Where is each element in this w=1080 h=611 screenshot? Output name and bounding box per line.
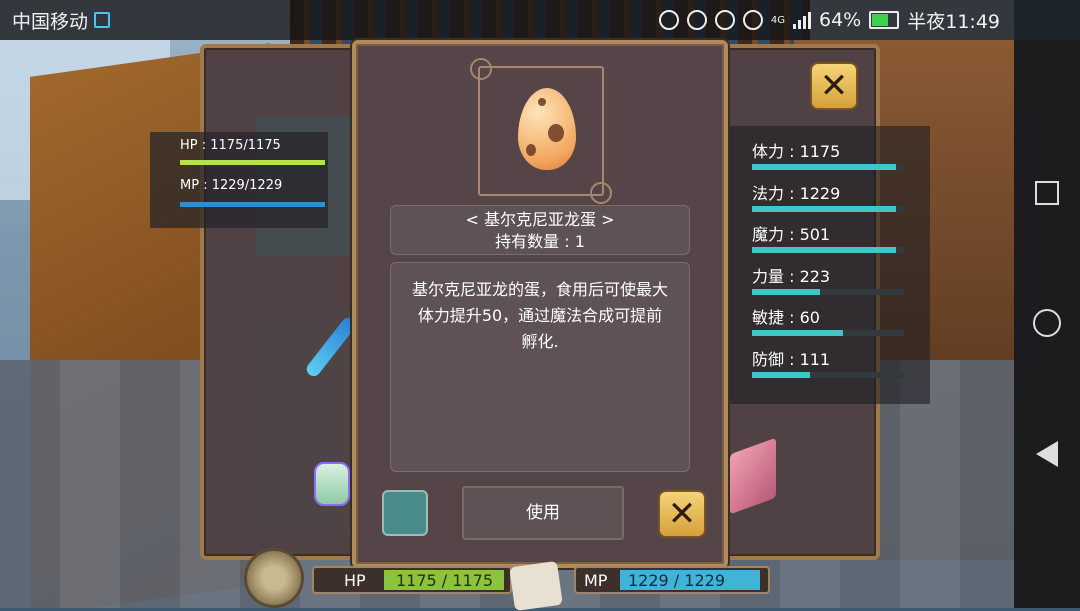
attribute-bar — [752, 164, 904, 170]
attribute-bar-fill — [752, 164, 897, 170]
battery-icon — [869, 11, 900, 29]
potion-item[interactable] — [314, 462, 350, 506]
attribute-bar — [752, 247, 904, 253]
attribute-label: 力量 : 223 — [752, 266, 831, 286]
attribute-label: 敏捷 : 60 — [752, 308, 820, 327]
attribute-label: 体力 : 1175 — [752, 142, 841, 161]
item-detail-dialog: < 基尔克尼亚龙蛋 > 持有数量 : 1 基尔克尼亚龙的蛋，食用后可使最大体力提… — [352, 40, 728, 568]
close-panel-button[interactable]: ✕ — [810, 62, 858, 110]
carrier-label: 中国移动 — [12, 10, 89, 33]
triangle-back-icon[interactable] — [1036, 441, 1058, 467]
character-vitals: HP : 1175/1175 MP : 1229/1229 — [150, 132, 328, 228]
status-bar: 中国移动 4G 64% 半夜11:49 — [0, 0, 1080, 40]
attribute-bar-fill — [752, 330, 844, 336]
item-name: < 基尔克尼亚龙蛋 > — [465, 210, 615, 229]
battery-percent: 64% — [819, 9, 862, 31]
item-icon-frame — [470, 58, 612, 204]
attribute-bar-fill — [752, 247, 897, 253]
attribute-label: 魔力 : 501 — [752, 225, 831, 244]
mp-text: MP : 1229/1229 — [180, 178, 283, 193]
mp-bar — [180, 202, 325, 207]
map-scroll-icon[interactable] — [509, 560, 563, 611]
hud-mp: MP 1229 / 1229 — [574, 566, 770, 594]
attribute-label: 防御 : 111 — [752, 349, 831, 369]
close-dialog-button[interactable]: ✕ — [658, 490, 706, 538]
attribute-label: 法力 : 1229 — [752, 183, 841, 203]
close-icon: ✕ — [667, 494, 697, 534]
status-icons: 4G 64% 半夜11:49 — [658, 7, 1000, 34]
square-icon[interactable] — [1035, 181, 1059, 205]
hud-hp-label: HP — [344, 571, 366, 590]
hp-bar — [180, 160, 325, 165]
alarm-icon — [714, 10, 735, 30]
sim-icon — [94, 12, 111, 28]
headphones-icon — [658, 10, 679, 30]
close-icon: ✕ — [819, 66, 849, 106]
attribute-list: 体力 : 1175 法力 : 1229 魔力 : 501 力量 : 223 敏捷 : 6… — [730, 126, 930, 404]
dragon-egg-icon — [518, 88, 576, 170]
signal-icon — [793, 11, 811, 29]
item-title-box: < 基尔克尼亚龙蛋 > 持有数量 : 1 — [390, 205, 690, 255]
system-nav-bar — [1014, 40, 1080, 608]
vibrate-icon — [686, 10, 707, 30]
attribute-bar-fill — [752, 288, 821, 295]
item-quantity: 持有数量 : 1 — [495, 232, 585, 251]
hud-mp-value: 1229 / 1229 — [628, 571, 725, 590]
wifi-icon — [742, 10, 763, 30]
hud-hp: HP 1175 / 1175 — [312, 566, 512, 594]
quick-slot[interactable] — [382, 490, 428, 536]
attribute-bar — [752, 205, 904, 212]
settings-gear-icon[interactable] — [244, 548, 304, 608]
attribute-bar-fill — [752, 371, 810, 378]
item-description: 基尔克尼亚龙的蛋，食用后可使最大体力提升50，通过魔法合成可提前孵化. — [390, 262, 690, 472]
hud-hp-value: 1175 / 1175 — [396, 571, 493, 590]
network-type: 4G — [770, 14, 785, 26]
attribute-bar — [752, 371, 904, 378]
circle-icon[interactable] — [1033, 309, 1061, 337]
clock: 半夜11:49 — [907, 10, 1000, 33]
hp-text: HP : 1175/1175 — [180, 138, 281, 153]
use-button[interactable]: 使用 — [462, 486, 624, 540]
attribute-bar-fill — [752, 205, 897, 212]
attribute-bar — [752, 330, 904, 336]
hud-mp-label: MP — [584, 571, 608, 590]
attribute-bar — [752, 288, 904, 295]
